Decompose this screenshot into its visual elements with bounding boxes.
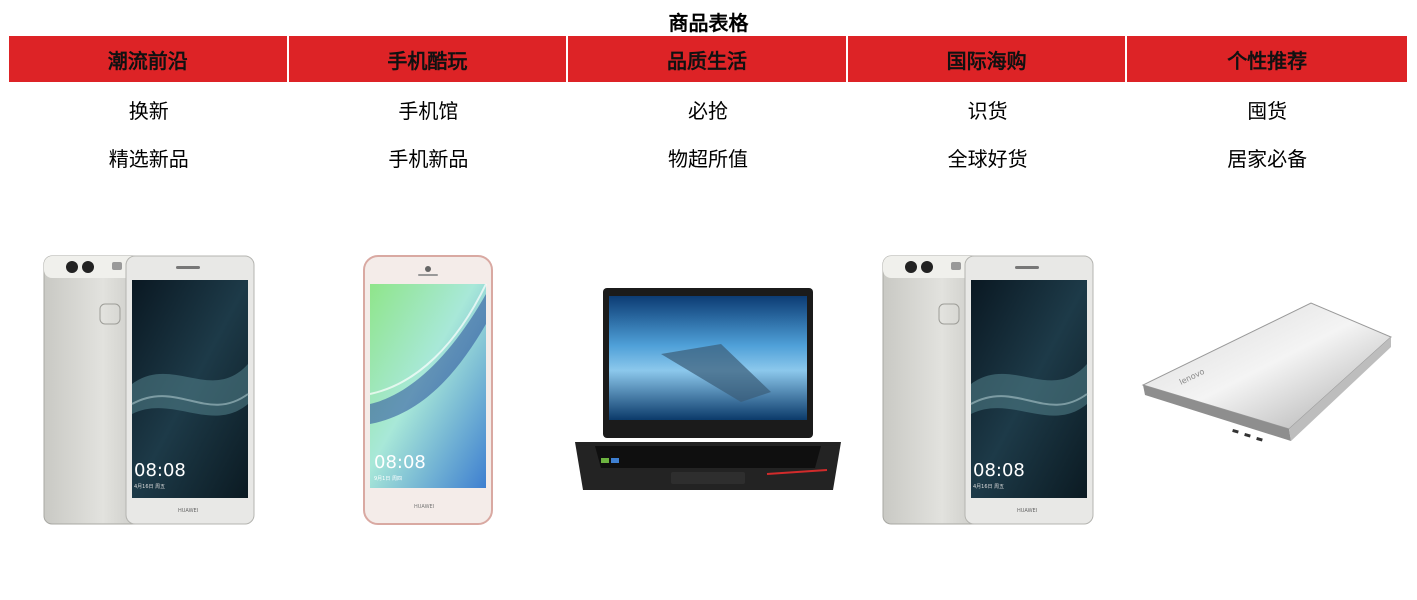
table-cell: 居家必备 [1227, 146, 1308, 171]
svg-text:HUAWEI: HUAWEI [1017, 508, 1037, 514]
table-cell: 08:08 4月16日 周五 HUAWEI [9, 180, 289, 600]
table-cell: 手机馆 [398, 98, 459, 123]
phone-silver-icon: 08:08 4月16日 周五 HUAWEI [882, 255, 1094, 525]
table-caption: 商品表格 [668, 11, 749, 35]
table-cell: 识货 [967, 98, 1008, 123]
svg-text:9月1日 周四: 9月1日 周四 [374, 476, 402, 482]
table-row-images: 08:08 4月16日 周五 HUAWEI 08:08 9月1日 周四 HUAW… [9, 180, 1407, 600]
laptop-black-icon [574, 288, 841, 490]
table-cell: 08:08 9月1日 周四 HUAWEI [289, 180, 569, 600]
header-cell-4: 国际海购 [847, 36, 1128, 82]
table-cell [568, 180, 848, 600]
table-row: 精选新品 手机新品 物超所值 全球好货 居家必备 [9, 134, 1407, 180]
table-cell: 物超所值 [667, 146, 748, 171]
phone-silver-icon: 08:08 4月16日 周五 HUAWEI [43, 255, 255, 525]
table-cell: 必抢 [687, 98, 728, 123]
header-cell-2: 手机酷玩 [288, 36, 569, 82]
svg-text:08:08: 08:08 [134, 460, 186, 481]
table-cell: 全球好货 [947, 146, 1028, 171]
table-cell: 囤货 [1247, 98, 1288, 123]
svg-text:4月16日 周五: 4月16日 周五 [973, 484, 1004, 490]
header-cell-5: 个性推荐 [1127, 36, 1407, 82]
table-cell: lenovo [1127, 180, 1407, 600]
table-cell: 08:08 4月16日 周五 HUAWEI [848, 180, 1128, 600]
table-row: 换新 手机馆 必抢 识货 囤货 [9, 82, 1407, 134]
svg-text:08:08: 08:08 [374, 452, 426, 473]
goods-table: 潮流前沿 手机酷玩 品质生活 国际海购 个性推荐 换新 手机馆 必抢 识货 囤货… [9, 36, 1407, 600]
svg-text:HUAWEI: HUAWEI [178, 508, 198, 514]
table-cell: 精选新品 [108, 146, 189, 171]
table-cell: 换新 [128, 98, 169, 123]
table-header-row: 潮流前沿 手机酷玩 品质生活 国际海购 个性推荐 [9, 36, 1407, 82]
header-cell-1: 潮流前沿 [9, 36, 289, 82]
laptop-silver-icon: lenovo [1141, 302, 1393, 442]
header-cell-3: 品质生活 [568, 36, 848, 82]
phone-pink-icon: 08:08 9月1日 周四 HUAWEI [363, 255, 494, 525]
svg-text:4月16日 周五: 4月16日 周五 [134, 484, 165, 490]
svg-text:HUAWEI: HUAWEI [414, 504, 434, 510]
svg-text:08:08: 08:08 [973, 460, 1025, 481]
table-cell: 手机新品 [388, 146, 469, 171]
